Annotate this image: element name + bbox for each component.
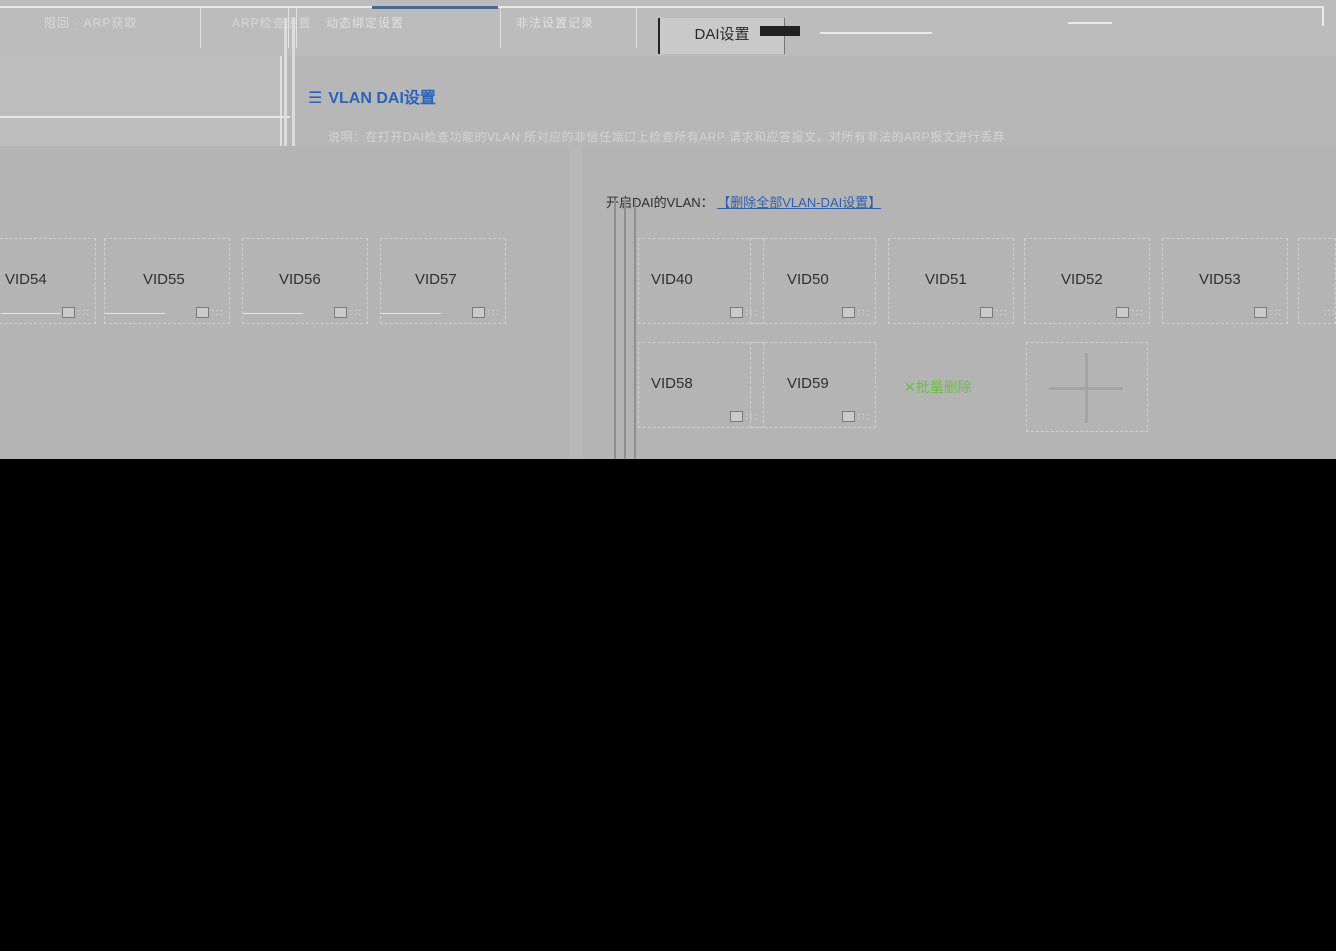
vid-label: VID58: [651, 375, 693, 392]
gutter-line: [634, 200, 636, 459]
section-description: 说明：在打开DAI检查功能的VLAN 所对应的非信任端口上检查所有ARP 请求和…: [328, 130, 1006, 144]
tab-divider: [296, 8, 297, 48]
vid-indicator: :::: [77, 307, 91, 317]
vid-label: VID59: [787, 375, 829, 392]
vid-cell: VID59 :::: [750, 342, 876, 428]
vid-indicator: :::: [1269, 307, 1283, 317]
vid-label: VID52: [1061, 271, 1103, 288]
app-screen: 阻回 · ARP获取 ARP检查设置 动态绑定设置 非法设置记录 DAI设置 ☰…: [0, 0, 1336, 459]
vid-label: VID55: [143, 271, 185, 288]
tab-arp-acquire[interactable]: 阻回 · ARP获取: [44, 10, 194, 36]
vid-label: VID56: [279, 271, 321, 288]
vid-cell: VID54 :::: [0, 238, 96, 324]
vid-indicator: :::: [1131, 307, 1145, 317]
vid-label: VID50: [787, 271, 829, 288]
vid-cell: VID56 :::: [242, 238, 368, 324]
tab-bar-rule: [0, 6, 1324, 8]
cell-rule: [243, 313, 303, 314]
enabled-vlan-row: 开启DAI的VLAN： 【删除全部VLAN-DAI设置】: [606, 192, 881, 211]
cell-rule: [381, 313, 441, 314]
delete-all-link[interactable]: 【删除全部VLAN-DAI设置】: [717, 195, 881, 210]
vid-cell: VID51 :::: [888, 238, 1014, 324]
vid-cell: VID55 :::: [104, 238, 230, 324]
vid-cell: VID57 :::: [380, 238, 506, 324]
tab-divider: [288, 8, 289, 48]
gutter-line: [614, 200, 616, 459]
vid-cell: VID50 :::: [750, 238, 876, 324]
tab-divider: [636, 8, 637, 48]
tab-bar: 阻回 · ARP获取 ARP检查设置 动态绑定设置 非法设置记录 DAI设置: [0, 0, 1336, 56]
left-panel-divider: [0, 116, 290, 118]
vid-checkbox[interactable]: [472, 307, 485, 318]
tab-dynamic-binding[interactable]: 动态绑定设置: [326, 10, 496, 36]
section-title: ☰ VLAN DAI设置: [308, 84, 436, 108]
vid-checkbox[interactable]: [1116, 307, 1129, 318]
vid-checkbox[interactable]: [842, 307, 855, 318]
vid-checkbox[interactable]: [196, 307, 209, 318]
vid-indicator: :::: [349, 307, 363, 317]
cell-rule: [1, 313, 61, 314]
cell-rule: [105, 313, 165, 314]
vid-checkbox[interactable]: [842, 411, 855, 422]
tab-divider: [500, 8, 501, 48]
tab-trail-line: [1068, 22, 1112, 24]
vid-indicator: :::: [857, 307, 871, 317]
vid-checkbox[interactable]: [334, 307, 347, 318]
batch-delete-button[interactable]: ✕批量删除: [904, 377, 972, 397]
vid-indicator: :::: [487, 307, 501, 317]
vid-cell: VID40 :::: [638, 238, 764, 324]
vid-checkbox[interactable]: [62, 307, 75, 318]
tab-dai-settings[interactable]: DAI设置: [658, 18, 785, 54]
menu-icon: ☰: [308, 90, 323, 107]
vid-label: VID54: [5, 271, 47, 288]
vid-cell-partial: :::: [1298, 238, 1336, 324]
vid-checkbox[interactable]: [980, 307, 993, 318]
tab-illegal-records[interactable]: 非法设置记录: [516, 10, 646, 36]
tab-edge: [1322, 6, 1324, 26]
tab-overflow-mark: [760, 26, 800, 36]
vid-checkbox[interactable]: [730, 411, 743, 422]
vid-indicator: :::: [995, 307, 1009, 317]
vid-checkbox[interactable]: [730, 307, 743, 318]
tab-trail-line: [820, 32, 932, 34]
vid-cell: VID58 :::: [638, 342, 764, 428]
section-title-text: VLAN DAI设置: [328, 90, 436, 107]
vid-label: VID53: [1199, 271, 1241, 288]
vid-indicator: :::: [1323, 307, 1336, 317]
plus-icon: [1085, 353, 1088, 423]
row-gutter: [612, 200, 638, 459]
tab-divider: [200, 8, 201, 48]
vid-cell: VID52 :::: [1024, 238, 1150, 324]
vid-cell: VID53 :::: [1162, 238, 1288, 324]
vid-indicator: :::: [857, 411, 871, 421]
vid-indicator: :::: [211, 307, 225, 317]
add-vlan-button[interactable]: [1026, 342, 1148, 432]
vlan-panel-left: VID54 ::: VID55 ::: VID56 ::: VID57 :::: [0, 146, 570, 459]
vid-label: VID51: [925, 271, 967, 288]
vid-label: VID40: [651, 271, 693, 288]
gutter-line: [624, 200, 626, 459]
vid-label: VID57: [415, 271, 457, 288]
vid-checkbox[interactable]: [1254, 307, 1267, 318]
tab-highlight-bar: [372, 6, 498, 9]
